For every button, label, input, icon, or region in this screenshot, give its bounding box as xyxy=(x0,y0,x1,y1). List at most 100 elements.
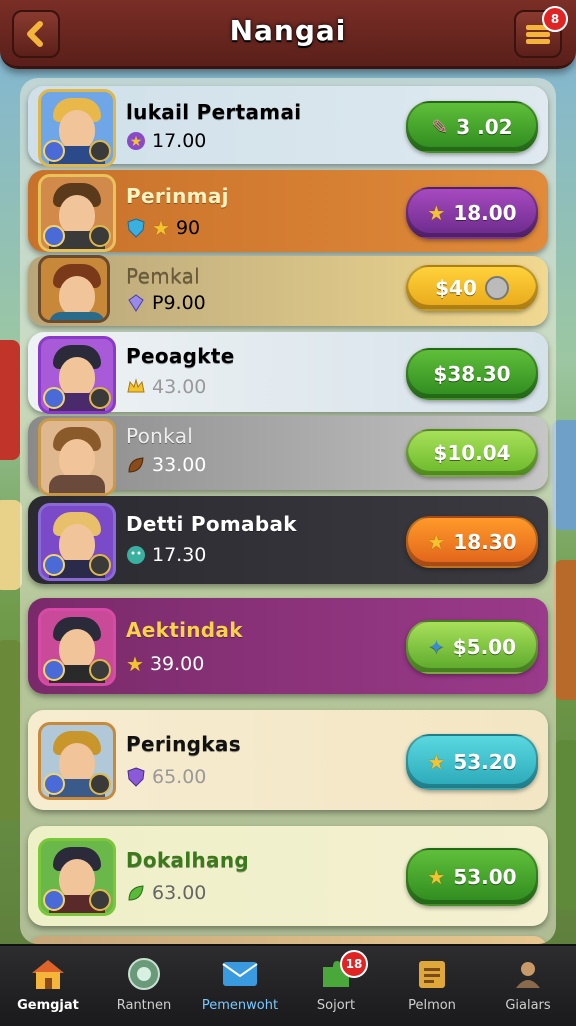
nav-item-home[interactable]: Gemgjat xyxy=(0,946,96,1026)
list-item[interactable]: Peringkas 65.00 ★ 53.20 xyxy=(28,710,548,810)
player-name: Peoagkte xyxy=(126,344,235,368)
nav-badge: 18 xyxy=(340,950,368,978)
player-avatar xyxy=(38,174,116,252)
player-avatar xyxy=(38,838,116,916)
shield-icon xyxy=(127,767,145,787)
user-icon xyxy=(508,956,548,992)
price-label: 53.20 xyxy=(453,750,517,774)
score-value: 33.00 xyxy=(152,454,207,476)
list-item[interactable]: Dokalhang 63.00 ★ 53.00 xyxy=(28,826,548,926)
player-name: Peringkas xyxy=(126,732,241,756)
nav-label: Pemenwoht xyxy=(201,998,279,1013)
price-label: $40 xyxy=(435,276,477,300)
player-name: Dokalhang xyxy=(126,848,249,872)
nav-item-profile[interactable]: Gialars xyxy=(480,946,576,1026)
player-name: Pemkal xyxy=(126,264,200,288)
top-bar: Nangai 8 xyxy=(0,0,576,69)
player-name: Detti Pomabak xyxy=(126,512,297,536)
player-score: 65.00 xyxy=(126,766,206,788)
player-avatar xyxy=(38,722,116,800)
player-score: 63.00 xyxy=(126,882,206,904)
coin-icon xyxy=(484,276,509,300)
player-score: 33.00 xyxy=(126,454,206,476)
page-title: Nangai xyxy=(229,14,347,47)
list-item-partial xyxy=(28,936,548,944)
price-button[interactable]: ★ 18.00 xyxy=(406,187,538,239)
price-label: $10.04 xyxy=(433,441,511,465)
score-value: 17.00 xyxy=(152,130,207,152)
price-button[interactable]: ★ 53.20 xyxy=(406,734,538,790)
price-button[interactable]: $38.30 xyxy=(406,348,538,400)
price-label: $38.30 xyxy=(433,362,511,386)
list-item[interactable]: Peoagkte 43.00 $38.30 xyxy=(28,332,548,414)
nav-item-mail[interactable]: Pemenwoht xyxy=(192,946,288,1026)
player-avatar xyxy=(38,336,116,414)
player-name: Ponkal xyxy=(126,424,194,448)
player-score: P9.00 xyxy=(126,292,206,314)
score-value: 90 xyxy=(175,217,201,239)
price-button[interactable]: ✦ $5.00 xyxy=(406,620,538,674)
bottom-nav: Gemgjat Rantnen Pemenwoht 18 Sojort Pelm… xyxy=(0,944,576,1026)
price-label: 53.00 xyxy=(453,865,517,889)
nav-label: Pelmon xyxy=(408,998,456,1013)
score-value: 17.30 xyxy=(152,544,207,566)
player-score: 43.00 xyxy=(126,376,206,398)
list-item[interactable]: Ponkal 33.00 $10.04 xyxy=(28,416,548,496)
leaf-icon xyxy=(128,885,144,901)
player-score: ★ 90 xyxy=(126,216,200,240)
svg-text:★: ★ xyxy=(130,134,143,150)
player-name: Aektindak xyxy=(126,618,243,642)
player-avatar xyxy=(38,255,110,323)
score-value: 39.00 xyxy=(149,653,205,675)
shield-icon xyxy=(127,218,145,238)
player-avatar xyxy=(38,418,116,496)
price-button[interactable]: ✎ 3 .02 xyxy=(406,101,538,153)
player-avatar xyxy=(38,608,116,686)
gem-icon xyxy=(128,294,144,312)
price-button[interactable]: $40 xyxy=(406,265,538,311)
pencil-icon: ✎ xyxy=(431,115,449,139)
nav-label: Gialars xyxy=(505,998,551,1013)
price-label: 18.30 xyxy=(453,530,517,554)
leaf-icon xyxy=(128,457,144,473)
list-item[interactable]: Perinmaj ★ 90 ★ 18.00 xyxy=(28,170,548,252)
score-value: 65.00 xyxy=(152,766,207,788)
sparkle-icon: ✦ xyxy=(427,635,445,659)
list-item[interactable]: Aektindak ★ 39.00 ✦ $5.00 xyxy=(28,598,548,694)
price-button[interactable]: ★ 18.30 xyxy=(406,516,538,568)
menu-badge: 8 xyxy=(542,6,568,32)
smiley-badge-icon xyxy=(127,546,145,564)
clipboard-icon xyxy=(412,956,452,992)
mail-icon xyxy=(220,956,260,992)
nav-item-puzzle[interactable]: 18 Sojort xyxy=(288,946,384,1026)
home-icon xyxy=(28,956,68,992)
price-label: $5.00 xyxy=(452,635,517,659)
player-score: 17.30 xyxy=(126,544,206,566)
star-icon: ★ xyxy=(427,865,446,889)
price-label: 18.00 xyxy=(453,201,517,225)
player-avatar xyxy=(38,89,116,167)
player-name: lukail Pertamai xyxy=(126,100,302,124)
star-icon: ★ xyxy=(126,652,144,676)
score-value: P9.00 xyxy=(152,292,206,314)
price-label: 3 .02 xyxy=(456,115,513,139)
price-button[interactable]: $10.04 xyxy=(406,429,538,477)
player-name: Perinmaj xyxy=(126,184,229,208)
price-button[interactable]: ★ 53.00 xyxy=(406,848,538,906)
star-badge-icon: ★ xyxy=(127,132,145,150)
menu-button[interactable]: 8 xyxy=(514,6,568,58)
player-avatar xyxy=(38,503,116,581)
nav-item-globe[interactable]: Rantnen xyxy=(96,946,192,1026)
nav-label: Gemgjat xyxy=(17,998,79,1013)
list-item[interactable]: lukail Pertamai ★ 17.00 ✎ 3 .02 xyxy=(28,86,548,167)
nav-label: Rantnen xyxy=(116,998,172,1013)
list-item[interactable]: Pemkal P9.00 $40 xyxy=(28,255,548,326)
ranking-list: lukail Pertamai ★ 17.00 ✎ 3 .02 Perinmaj… xyxy=(20,78,556,944)
star-icon: ★ xyxy=(427,750,446,774)
score-value: 63.00 xyxy=(152,882,207,904)
globe-icon xyxy=(124,956,164,992)
player-score: ★ 39.00 xyxy=(126,652,204,676)
list-item[interactable]: Detti Pomabak 17.30 ★ 18.30 xyxy=(28,496,548,584)
star-icon: ★ xyxy=(427,201,446,225)
nav-item-clipboard[interactable]: Pelmon xyxy=(384,946,480,1026)
